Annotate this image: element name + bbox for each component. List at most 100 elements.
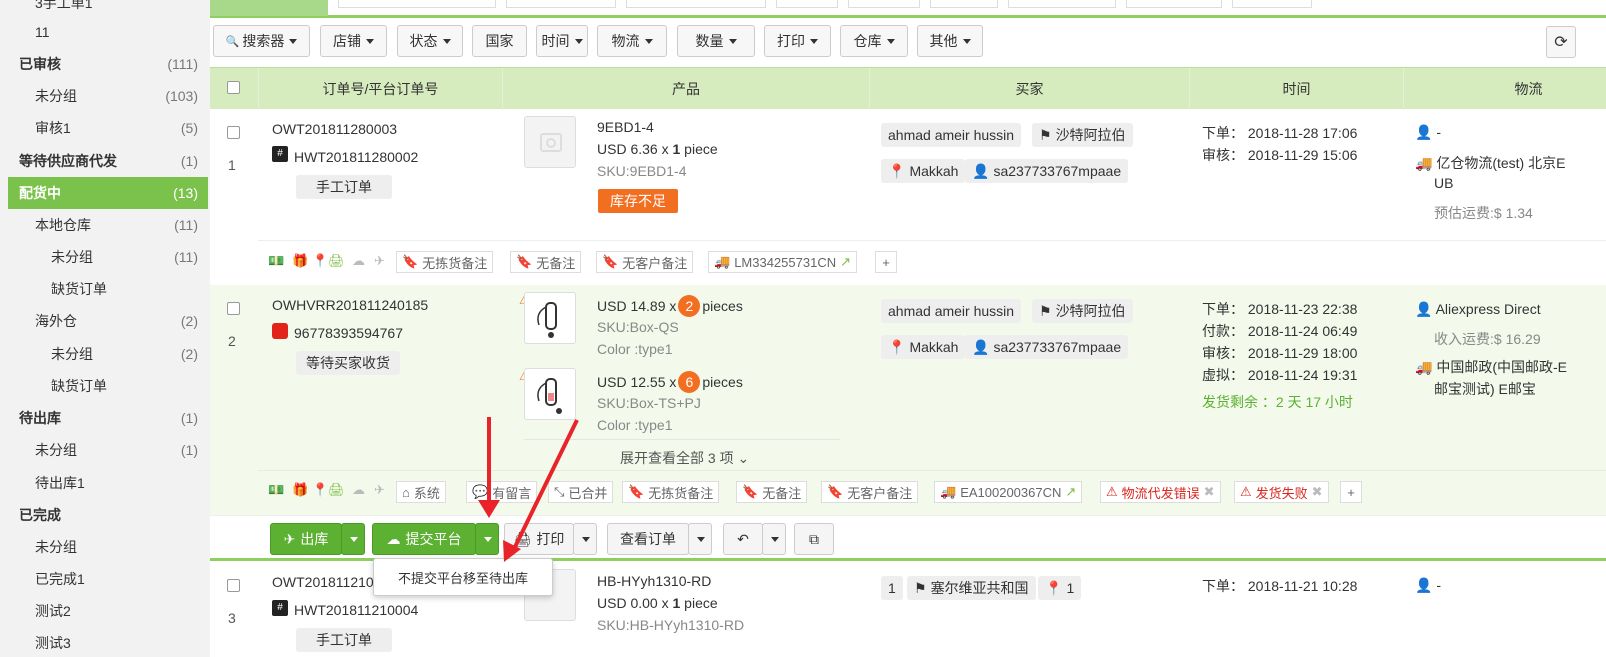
sidebar-item[interactable]: 待出库 (1) (8, 402, 208, 434)
sidebar-item[interactable]: 已审核 (111) (8, 48, 208, 80)
row-checkbox[interactable] (227, 126, 240, 139)
pick-note-tag[interactable]: 🔖 无拣货备注 (622, 481, 720, 503)
product-image[interactable] (524, 368, 576, 420)
submit-platform-dropdown-menu[interactable]: 不提交平台移至待出库 (373, 558, 553, 596)
merged-tag[interactable]: ⤡ 已合并 (548, 481, 614, 503)
add-note-button[interactable]: + (875, 251, 897, 273)
print-dropdown-toggle[interactable] (573, 523, 597, 555)
row-number: 1 (228, 157, 236, 173)
top-tab[interactable] (776, 0, 838, 8)
sidebar-item[interactable]: 已完成1 (8, 563, 208, 595)
select-all-checkbox[interactable] (227, 81, 240, 94)
product-image[interactable] (524, 292, 576, 344)
customer-note-tag[interactable]: 🔖 无客户备注 (596, 251, 694, 273)
plane-icon[interactable]: ✈ (374, 253, 385, 269)
sidebar-item[interactable]: 测试2 (8, 595, 208, 627)
submit-platform-button[interactable]: ☁ 提交平台 (372, 523, 476, 555)
submit-platform-dropdown-toggle[interactable] (475, 523, 499, 555)
top-tab[interactable] (930, 0, 998, 8)
top-tab[interactable] (1008, 0, 1116, 8)
sidebar-item[interactable]: 测试3 (8, 627, 208, 657)
sidebar-item[interactable]: 审核1 (5) (8, 112, 208, 144)
product-name[interactable]: HB-HYyh1310-RD (597, 573, 711, 589)
print-button[interactable]: 🖨 打印 (504, 523, 574, 555)
filter-time-button[interactable]: 时间 (536, 25, 588, 57)
undo-dropdown-toggle[interactable] (762, 523, 786, 555)
sidebar-item[interactable]: 待出库1 (8, 467, 208, 499)
sidebar-item[interactable]: 未分组 (1) (8, 434, 208, 466)
filter-quantity-button[interactable]: 数量 (677, 25, 755, 57)
ship-out-dropdown-toggle[interactable] (341, 523, 365, 555)
gift-icon[interactable]: 🎁 (292, 253, 308, 269)
top-tab[interactable] (338, 0, 496, 8)
order-number[interactable]: OWT201811210 (272, 574, 374, 590)
gift-icon[interactable]: 🎁 (292, 482, 308, 498)
copy-button[interactable]: ⧉ (794, 523, 834, 555)
filter-print-button[interactable]: 打印 (764, 25, 831, 57)
product-name[interactable]: 9EBD1-4 (597, 119, 654, 135)
platform-order-number[interactable]: 96778393594767 (294, 325, 403, 341)
print-icon[interactable]: 🖨 (328, 253, 345, 269)
sidebar-item[interactable]: 配货中 (13) (8, 177, 208, 209)
top-tab[interactable] (848, 0, 920, 8)
top-tab[interactable] (1126, 0, 1222, 8)
sidebar-item[interactable]: 未分组 (2) (8, 338, 208, 370)
top-tab[interactable] (626, 0, 766, 8)
sidebar-item[interactable]: 等待供应商代发 (1) (8, 145, 208, 177)
print-icon[interactable]: 🖨 (328, 482, 345, 498)
tracking-number[interactable]: 🚚 EA100200367CN ↗ (934, 481, 1083, 503)
platform-order-number[interactable]: HWT201811280002 (294, 149, 418, 165)
filter-store-button[interactable]: 店铺 (320, 25, 387, 57)
sidebar-item[interactable]: 海外仓 (2) (8, 305, 208, 337)
money-icon[interactable]: 💵 (268, 253, 284, 269)
platform-order-number[interactable]: HWT201811210004 (294, 602, 418, 618)
filter-warehouse-button[interactable]: 仓库 (840, 25, 908, 57)
view-order-dropdown-toggle[interactable] (688, 523, 712, 555)
close-icon[interactable]: ✖ (1312, 484, 1323, 500)
row-checkbox[interactable] (227, 302, 240, 315)
ship-fail-tag[interactable]: ⚠ 发货失败 ✖ (1234, 481, 1329, 503)
logistics-error-tag[interactable]: ⚠ 物流代发错误 ✖ (1100, 481, 1221, 503)
pick-note-tag[interactable]: 🔖 无拣货备注 (396, 251, 494, 273)
sidebar-item[interactable]: 本地仓库 (11) (8, 209, 208, 241)
filter-other-button[interactable]: 其他 (917, 25, 983, 57)
sidebar-item[interactable]: 缺货订单 (8, 370, 208, 402)
product-image[interactable] (524, 116, 576, 168)
undo-button[interactable]: ↶ (723, 523, 763, 555)
top-active-tab[interactable] (210, 0, 328, 16)
note-tag[interactable]: 🔖 无备注 (510, 251, 582, 273)
view-order-button[interactable]: 查看订单 (607, 523, 689, 555)
add-note-button[interactable]: + (1340, 481, 1362, 503)
top-tab[interactable] (506, 0, 616, 8)
money-icon[interactable]: 💵 (268, 482, 284, 498)
location-icon[interactable]: 📍 (312, 253, 328, 269)
expand-products-link[interactable]: 展开查看全部 3 项 ⌄ (620, 448, 749, 468)
sidebar-item[interactable]: 未分组 (8, 531, 208, 563)
filter-country-button[interactable]: 国家 (472, 25, 527, 57)
sidebar-item[interactable]: 已完成 (8, 499, 208, 531)
note-tag[interactable]: 🔖 无备注 (736, 481, 808, 503)
order-number[interactable]: OWT201811280003 (272, 121, 397, 137)
tracking-number[interactable]: 🚚 LM334255731CN ↗ (708, 251, 857, 273)
cloud-icon[interactable]: ☁ (352, 482, 365, 498)
filter-status-button[interactable]: 状态 (397, 25, 463, 57)
plane-icon[interactable]: ✈ (374, 482, 385, 498)
location-icon[interactable]: 📍 (312, 482, 328, 498)
refresh-icon[interactable]: ⟳ (1546, 26, 1576, 58)
top-tab[interactable] (1232, 0, 1312, 8)
sidebar-item[interactable]: 11 (8, 16, 208, 48)
order-number[interactable]: OWHVRR201811240185 (272, 297, 428, 313)
dropdown-item-move-to-pending[interactable]: 不提交平台移至待出库 (398, 568, 528, 587)
system-tag[interactable]: ⌂ 系统 (396, 481, 446, 503)
filter-logistics-button[interactable]: 物流 (597, 25, 667, 57)
row-checkbox[interactable] (227, 579, 240, 592)
sidebar-item[interactable]: 缺货订单 (8, 273, 208, 305)
close-icon[interactable]: ✖ (1204, 484, 1215, 500)
sidebar-item[interactable]: 未分组 (103) (8, 80, 208, 112)
customer-note-tag[interactable]: 🔖 无客户备注 (821, 481, 919, 503)
filter-searcher-button[interactable]: 🔍 搜索器 (213, 25, 310, 57)
sidebar-item[interactable]: 未分组 (11) (8, 241, 208, 273)
message-tag[interactable]: 💬 有留言 (466, 481, 538, 503)
ship-out-button[interactable]: ✈ 出库 (270, 523, 342, 555)
cloud-icon[interactable]: ☁ (352, 253, 365, 269)
